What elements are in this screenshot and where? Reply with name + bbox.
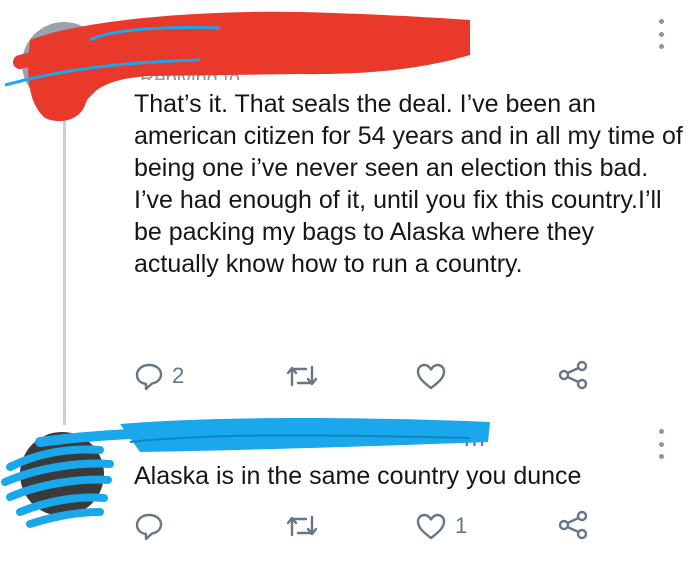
- tweet-1[interactable]: Replying to That’s it. That seals the de…: [0, 0, 700, 425]
- more-icon[interactable]: [656, 429, 666, 459]
- retweet-icon: [286, 365, 318, 387]
- like-icon: [416, 363, 446, 390]
- retweet-button[interactable]: [284, 511, 328, 541]
- share-button[interactable]: [557, 509, 589, 541]
- timestamp-fragment: m: [464, 424, 485, 452]
- tweet-text: Alaska is in the same country you dunce: [134, 462, 582, 490]
- share-icon: [558, 510, 588, 540]
- more-icon[interactable]: [656, 19, 666, 49]
- like-button[interactable]: 1: [415, 511, 467, 541]
- like-button[interactable]: [415, 361, 455, 391]
- reply-icon: [135, 513, 163, 541]
- tweet-text: That’s it. That seals the deal. I’ve bee…: [134, 90, 690, 278]
- reply-button[interactable]: 2: [134, 361, 184, 391]
- share-button[interactable]: [557, 359, 589, 391]
- avatar[interactable]: [20, 432, 104, 516]
- thread-line: [63, 110, 66, 425]
- reply-icon: [135, 363, 163, 391]
- like-count: 1: [455, 513, 468, 538]
- reply-count: 2: [172, 363, 185, 388]
- like-icon: [416, 513, 446, 540]
- retweet-icon: [286, 515, 318, 537]
- share-icon: [558, 360, 588, 390]
- retweet-button[interactable]: [284, 361, 328, 391]
- reply-button[interactable]: [134, 511, 172, 541]
